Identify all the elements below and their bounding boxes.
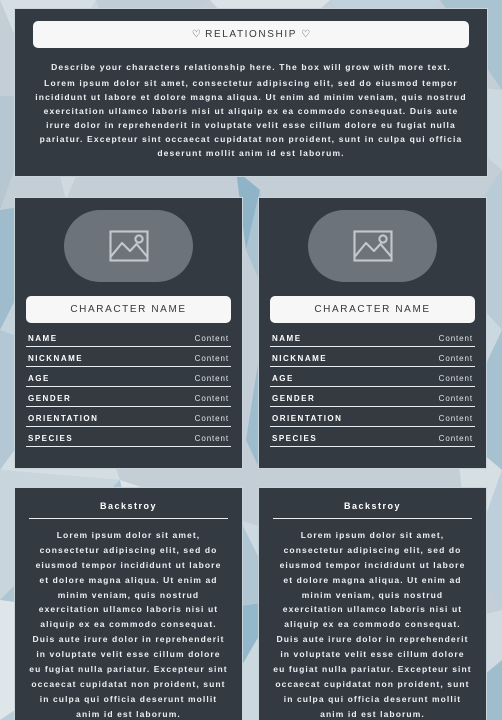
character-stats-list-2: NAME Content NICKNAME Content AGE Conten… (270, 334, 475, 448)
stat-value: Content (438, 434, 473, 444)
stat-label: GENDER (28, 394, 72, 404)
backstory-card-2: Backstroy Lorem ipsum dolor sit amet, co… (258, 487, 487, 720)
backstory-text-2[interactable]: Lorem ipsum dolor sit amet, consectetur … (273, 528, 472, 720)
stat-row-gender[interactable]: GENDER Content (26, 394, 231, 408)
stat-value: Content (194, 374, 229, 384)
character-column-1: CHARACTER NAME NAME Content NICKNAME Con… (14, 197, 243, 720)
image-placeholder-icon (108, 230, 149, 262)
stat-label: NAME (28, 334, 58, 344)
stat-value: Content (194, 414, 229, 424)
stat-value: Content (194, 354, 229, 364)
character-avatar-2[interactable] (308, 210, 437, 283)
character-card-1: CHARACTER NAME NAME Content NICKNAME Con… (14, 197, 243, 470)
relationship-heading-pill[interactable]: ♡ RELATIONSHIP ♡ (33, 21, 469, 48)
stat-label: ORIENTATION (272, 414, 343, 424)
backstory-card-1: Backstroy Lorem ipsum dolor sit amet, co… (14, 487, 243, 720)
stat-value: Content (438, 374, 473, 384)
relationship-description[interactable]: Describe your characters relationship he… (33, 60, 469, 160)
character-avatar-1[interactable] (64, 210, 193, 283)
stat-label: NICKNAME (272, 354, 328, 364)
stat-label: ORIENTATION (28, 414, 99, 424)
stat-label: SPECIES (28, 434, 74, 444)
heart-outline-icon-left: ♡ (191, 29, 201, 40)
stat-label: AGE (28, 374, 50, 384)
stat-label: AGE (272, 374, 294, 384)
stat-row-species[interactable]: SPECIES Content (26, 434, 231, 448)
stat-value: Content (194, 334, 229, 344)
character-card-2: CHARACTER NAME NAME Content NICKNAME Con… (258, 197, 487, 470)
stat-row-gender[interactable]: GENDER Content (270, 394, 475, 408)
stat-row-orientation[interactable]: ORIENTATION Content (270, 414, 475, 428)
character-name-field-2[interactable]: CHARACTER NAME (270, 296, 475, 324)
stat-value: Content (438, 394, 473, 404)
character-name-field-1[interactable]: CHARACTER NAME (26, 296, 231, 324)
stat-value: Content (438, 334, 473, 344)
relationship-intro-text: Describe your characters relationship he… (51, 62, 451, 72)
stat-value: Content (438, 354, 473, 364)
stat-row-age[interactable]: AGE Content (26, 374, 231, 388)
backstory-title-2: Backstroy (273, 501, 472, 520)
stat-value: Content (194, 434, 229, 444)
stat-row-orientation[interactable]: ORIENTATION Content (26, 414, 231, 428)
stat-row-nickname[interactable]: NICKNAME Content (26, 354, 231, 368)
character-columns: CHARACTER NAME NAME Content NICKNAME Con… (14, 197, 488, 720)
image-placeholder-icon (352, 230, 393, 262)
stat-label: NAME (272, 334, 302, 344)
stat-row-name[interactable]: NAME Content (270, 334, 475, 348)
stat-row-species[interactable]: SPECIES Content (270, 434, 475, 448)
stat-label: SPECIES (272, 434, 318, 444)
stat-value: Content (438, 414, 473, 424)
character-column-2: CHARACTER NAME NAME Content NICKNAME Con… (258, 197, 487, 720)
stat-row-nickname[interactable]: NICKNAME Content (270, 354, 475, 368)
relationship-body-text: Lorem ipsum dolor sit amet, consectetur … (35, 78, 467, 159)
stat-value: Content (194, 394, 229, 404)
stat-label: NICKNAME (28, 354, 84, 364)
relationship-panel: ♡ RELATIONSHIP ♡ Describe your character… (14, 8, 488, 178)
character-stats-list-1: NAME Content NICKNAME Content AGE Conten… (26, 334, 231, 448)
relationship-heading-label: RELATIONSHIP (205, 29, 297, 40)
stat-label: GENDER (272, 394, 316, 404)
stat-row-name[interactable]: NAME Content (26, 334, 231, 348)
backstory-text-1[interactable]: Lorem ipsum dolor sit amet, consectetur … (29, 528, 228, 720)
character-relationship-template: ♡ RELATIONSHIP ♡ Describe your character… (0, 0, 502, 720)
stat-row-age[interactable]: AGE Content (270, 374, 475, 388)
backstory-title-1: Backstroy (29, 501, 228, 520)
heart-outline-icon-right: ♡ (301, 29, 311, 40)
